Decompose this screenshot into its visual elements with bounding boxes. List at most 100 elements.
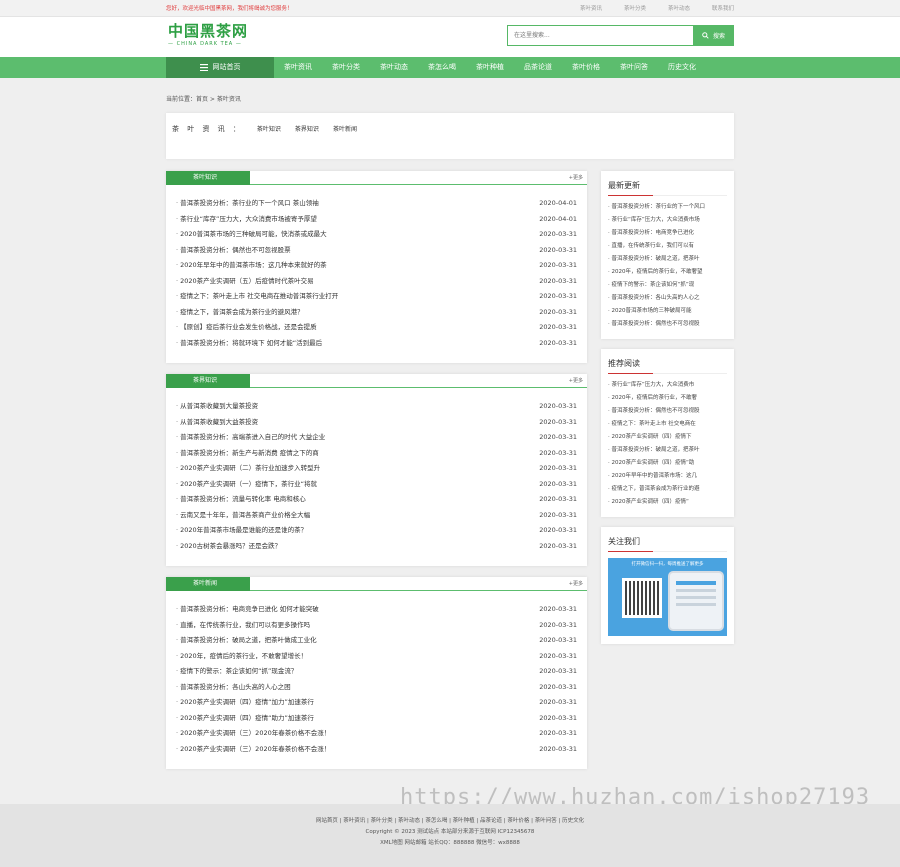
list-item[interactable]: 普洱茶投资分析：茶行业的下一个风口 茶山领袖 2020-04-01	[176, 196, 577, 212]
article-title[interactable]: 疫情下的警示：茶企该如何“抓”现金流？	[176, 664, 297, 680]
article-title[interactable]: 普洱茶投资分析：流量与转化率 电商和核心	[176, 492, 306, 508]
article-title[interactable]: 2020茶产业实调研（二）茶行业加速步入转型升	[176, 461, 320, 477]
list-item[interactable]: 疫情之下：茶叶走上市 社交电商在推动普洱茶行业打开 2020-03-31	[176, 289, 577, 305]
list-item[interactable]: 直播，在传统茶行业，我们可以有更多操作吗 2020-03-31	[176, 618, 577, 634]
sidebar-link[interactable]: 普洱茶投资分析：破局之道，把茶叶	[608, 444, 727, 457]
list-item[interactable]: 普洱茶投资分析：流量与转化率 电商和核心 2020-03-31	[176, 492, 577, 508]
list-item[interactable]: 2020茶产业实调研（三）2020年春茶价格不会涨！ 2020-03-31	[176, 742, 577, 758]
article-title[interactable]: 普洱茶投资分析：各山头高的人心之困	[176, 680, 291, 696]
nav-item[interactable]: 历史文化	[658, 57, 706, 78]
list-item[interactable]: 2020茶产业实调研（一）疫情下，茶行业“将就 2020-03-31	[176, 477, 577, 493]
list-item[interactable]: 疫情之下，普洱茶会成为茶行业的避风港？ 2020-03-31	[176, 305, 577, 321]
article-title[interactable]: 【原创】疫后茶行业会发生价格战，还是会提质	[176, 320, 317, 336]
sidebar-link[interactable]: 疫情之下：茶叶走上市 社交电商在	[608, 418, 727, 431]
sidebar-link[interactable]: 普洱茶投资分析：偶然也不可忽视股	[608, 405, 727, 418]
sidebar-link[interactable]: 2020茶产业实调研（四）疫情“	[608, 496, 727, 509]
nav-item[interactable]: 茶叶种植	[466, 57, 514, 78]
sidebar-link[interactable]: 茶行业“库存”压力大，大众消费市场	[608, 214, 727, 227]
article-title[interactable]: 2020茶产业实调研（四）疫情“加力”加速茶行	[176, 695, 314, 711]
article-title[interactable]: 疫情之下，普洱茶会成为茶行业的避风港？	[176, 305, 304, 321]
nav-item[interactable]: 茶怎么喝	[418, 57, 466, 78]
list-item[interactable]: 2020年早年中的普洱茶市场：这几种本来就好的茶 2020-03-31	[176, 258, 577, 274]
site-logo[interactable]: 中国黑茶网 — CHINA DARK TEA —	[168, 23, 248, 48]
article-title[interactable]: 普洱茶投资分析：茶行业的下一个风口 茶山领袖	[176, 196, 319, 212]
article-title[interactable]: 2020年早年中的普洱茶市场：这几种本来就好的茶	[176, 258, 327, 274]
search-button[interactable]: 搜索	[693, 25, 734, 46]
article-title[interactable]: 从普洱茶收藏到大量茶投资	[176, 399, 258, 415]
list-item[interactable]: 普洱茶投资分析：各山头高的人心之困 2020-03-31	[176, 680, 577, 696]
nav-home[interactable]: 网站首页	[166, 57, 274, 78]
sidebar-link[interactable]: 普洱茶投资分析：破局之道，把茶叶	[608, 253, 727, 266]
list-item[interactable]: 普洱茶投资分析：高端茶进入自己的时代 大益企业 2020-03-31	[176, 430, 577, 446]
sidebar-link[interactable]: 普洱茶投资分析：茶行业的下一个风口	[608, 201, 727, 214]
article-title[interactable]: 云南又是十年年，普洱各茶商产业价格全大幅	[176, 508, 310, 524]
list-item[interactable]: 茶行业“库存”压力大，大众消费市场被寄予厚望 2020-04-01	[176, 212, 577, 228]
category-link[interactable]: 茶叶知识	[257, 124, 281, 133]
sidebar-link[interactable]: 茶行业“库存”压力大，大众消费市	[608, 379, 727, 392]
nav-item[interactable]: 茶叶分类	[322, 57, 370, 78]
top-link-2[interactable]: 茶叶动态	[668, 4, 690, 12]
search-input[interactable]	[507, 25, 693, 46]
article-title[interactable]: 普洱茶投资分析：电商竞争已进化 如何才能突破	[176, 602, 319, 618]
sidebar-link[interactable]: 2020茶产业实调研（四）疫情“助	[608, 457, 727, 470]
article-title[interactable]: 2020茶产业实调研（四）疫情“助力”加速茶行	[176, 711, 314, 727]
article-title[interactable]: 2020茶产业实调研（一）疫情下，茶行业“将就	[176, 477, 317, 493]
top-link-0[interactable]: 茶叶资讯	[580, 4, 602, 12]
nav-item[interactable]: 茶叶问答	[610, 57, 658, 78]
sidebar-link[interactable]: 普洱茶投资分析：电商竞争已进化	[608, 227, 727, 240]
list-item[interactable]: 2020茶产业实调研（二）茶行业加速步入转型升 2020-03-31	[176, 461, 577, 477]
article-title[interactable]: 2020普洱茶市场的三种破局可能，快消茶或成最大	[176, 227, 327, 243]
nav-item[interactable]: 品茶论道	[514, 57, 562, 78]
list-item[interactable]: 2020古树茶会暴涨吗？还是会跌？ 2020-03-31	[176, 539, 577, 555]
footer-links[interactable]: 网站首页 | 茶叶资讯 | 茶叶分类 | 茶叶动态 | 茶怎么喝 | 茶叶种植 …	[0, 816, 900, 827]
sidebar-link[interactable]: 疫情之下，普洱茶会成为茶行业的避	[608, 483, 727, 496]
article-title[interactable]: 普洱茶投资分析：高端茶进入自己的时代 大益企业	[176, 430, 325, 446]
article-title[interactable]: 2020古树茶会暴涨吗？还是会跌？	[176, 539, 281, 555]
article-title[interactable]: 2020茶产业实调研（三）2020年春茶价格不会涨！	[176, 742, 330, 758]
category-link[interactable]: 茶叶新闻	[333, 124, 357, 133]
article-title[interactable]: 普洱茶投资分析：破局之道，把茶叶做成工业化	[176, 633, 317, 649]
article-title[interactable]: 疫情之下：茶叶走上市 社交电商在推动普洱茶行业打开	[176, 289, 338, 305]
sidebar-link[interactable]: 普洱茶投资分析：偶然也不可忽视股	[608, 318, 727, 331]
list-item[interactable]: 2020年，疫情后的茶行业，不敢奢望增长！ 2020-03-31	[176, 649, 577, 665]
list-item[interactable]: 2020茶产业实调研（五）后疫情时代茶叶交易 2020-03-31	[176, 274, 577, 290]
sidebar-link[interactable]: 2020年早年中的普洱茶市场：这几	[608, 470, 727, 483]
more-link[interactable]: +更多	[569, 580, 583, 587]
list-item[interactable]: 普洱茶投资分析：破局之道，把茶叶做成工业化 2020-03-31	[176, 633, 577, 649]
nav-item[interactable]: 茶叶资讯	[274, 57, 322, 78]
article-title[interactable]: 直播，在传统茶行业，我们可以有更多操作吗	[176, 618, 310, 634]
list-item[interactable]: 【原创】疫后茶行业会发生价格战，还是会提质 2020-03-31	[176, 320, 577, 336]
list-item[interactable]: 普洱茶投资分析：将就环境下 如何才能“活到最后 2020-03-31	[176, 336, 577, 352]
list-item[interactable]: 2020茶产业实调研（四）疫情“助力”加速茶行 2020-03-31	[176, 711, 577, 727]
list-item[interactable]: 2020普洱茶市场的三种破局可能，快消茶或成最大 2020-03-31	[176, 227, 577, 243]
list-item[interactable]: 云南又是十年年，普洱各茶商产业价格全大幅 2020-03-31	[176, 508, 577, 524]
article-title[interactable]: 普洱茶投资分析：新生产与新消费 疫情之下的商	[176, 446, 319, 462]
sidebar-link[interactable]: 疫情下的警示：茶企该如何“抓”现	[608, 279, 727, 292]
article-title[interactable]: 2020年，疫情后的茶行业，不敢奢望增长！	[176, 649, 307, 665]
sidebar-link[interactable]: 直播，在传统茶行业，我们可以有	[608, 240, 727, 253]
article-title[interactable]: 2020茶产业实调研（五）后疫情时代茶叶交易	[176, 274, 314, 290]
sidebar-link[interactable]: 普洱茶投资分析：各山头高的人心之	[608, 292, 727, 305]
sidebar-link[interactable]: 2020年，疫情后的茶行业，不敢奢望	[608, 266, 727, 279]
more-link[interactable]: +更多	[569, 377, 583, 384]
article-title[interactable]: 从普洱茶收藏到大益茶投资	[176, 415, 258, 431]
nav-item[interactable]: 茶叶动态	[370, 57, 418, 78]
list-item[interactable]: 从普洱茶收藏到大益茶投资 2020-03-31	[176, 415, 577, 431]
article-title[interactable]: 普洱茶投资分析：将就环境下 如何才能“活到最后	[176, 336, 322, 352]
list-item[interactable]: 2020年普洱茶市场最是谁能的还是谁的茶？ 2020-03-31	[176, 523, 577, 539]
sidebar-link[interactable]: 2020年，疫情后的茶行业，不敢奢	[608, 392, 727, 405]
article-title[interactable]: 茶行业“库存”压力大，大众消费市场被寄予厚望	[176, 212, 317, 228]
sidebar-link[interactable]: 2020茶产业实调研（四）疫情下	[608, 431, 727, 444]
article-title[interactable]: 2020年普洱茶市场最是谁能的还是谁的茶？	[176, 523, 307, 539]
list-item[interactable]: 疫情下的警示：茶企该如何“抓”现金流？ 2020-03-31	[176, 664, 577, 680]
list-item[interactable]: 从普洱茶收藏到大量茶投资 2020-03-31	[176, 399, 577, 415]
list-item[interactable]: 2020茶产业实调研（三）2020年春茶价格不会涨！ 2020-03-31	[176, 726, 577, 742]
top-link-3[interactable]: 联系我们	[712, 4, 734, 12]
category-link[interactable]: 茶界知识	[295, 124, 319, 133]
top-link-1[interactable]: 茶叶分类	[624, 4, 646, 12]
list-item[interactable]: 普洱茶投资分析：电商竞争已进化 如何才能突破 2020-03-31	[176, 602, 577, 618]
sidebar-link[interactable]: 2020普洱茶市场的三种破局可能	[608, 305, 727, 318]
nav-item[interactable]: 茶叶价格	[562, 57, 610, 78]
list-item[interactable]: 普洱茶投资分析：新生产与新消费 疫情之下的商 2020-03-31	[176, 446, 577, 462]
article-title[interactable]: 普洱茶投资分析：偶然也不可忽视股票	[176, 243, 291, 259]
